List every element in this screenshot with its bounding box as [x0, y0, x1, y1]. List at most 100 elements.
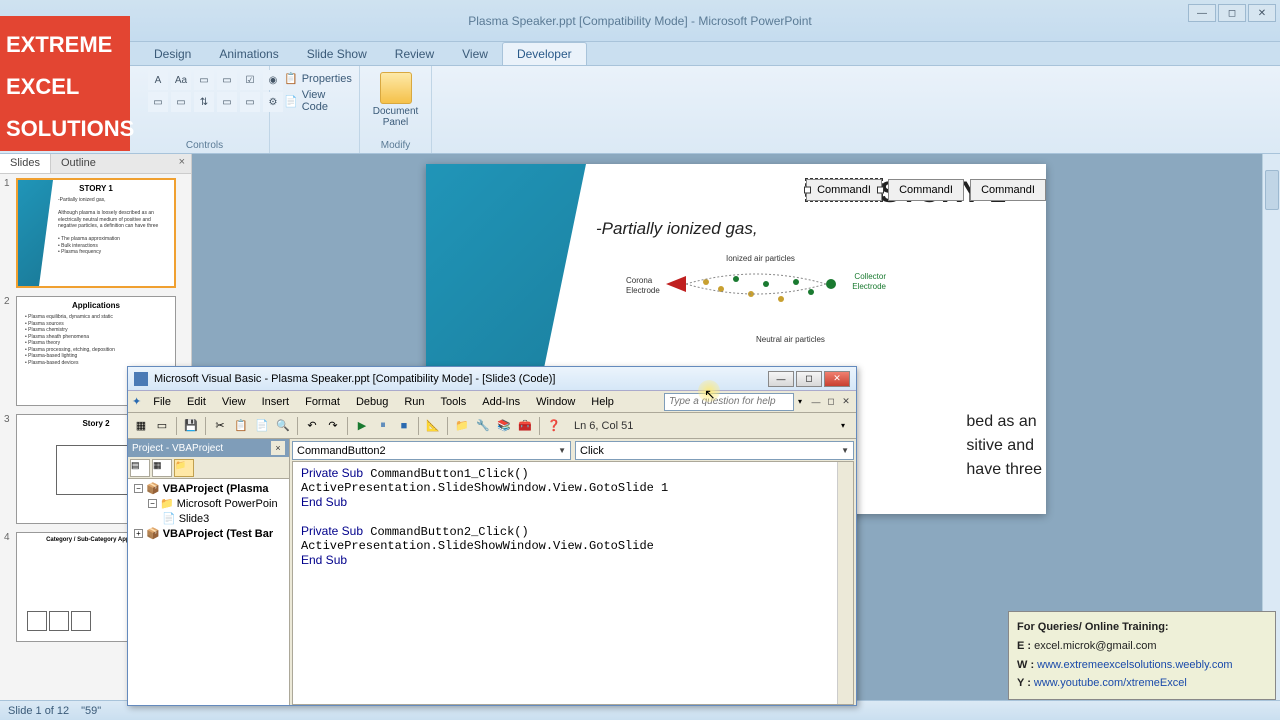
vba-menu-help[interactable]: Help [583, 393, 622, 411]
vba-code-editor[interactable]: Private Sub CommandButton1_Click() Activ… [292, 461, 854, 705]
tab-animations[interactable]: Animations [205, 43, 292, 65]
control-btn-combo[interactable]: ▭ [194, 70, 214, 90]
plasma-diagram: Ionized air particles Corona Electrode C… [626, 254, 886, 344]
command-button-2[interactable]: CommandI [888, 179, 964, 201]
control-btn-spin[interactable]: ⇅ [194, 92, 214, 112]
tab-slideshow[interactable]: Slide Show [293, 43, 381, 65]
vba-menu-debug[interactable]: Debug [348, 393, 396, 411]
vba-menu-tools[interactable]: Tools [433, 393, 475, 411]
properties-icon: 📋 [284, 72, 298, 85]
vba-tb-props-icon[interactable]: 🔧 [474, 417, 492, 435]
thumb-number: 2 [4, 296, 12, 406]
vba-code-scrollbar[interactable] [837, 462, 853, 704]
tab-view[interactable]: View [448, 43, 502, 65]
vba-app-icon [134, 372, 148, 386]
document-panel-icon [380, 72, 412, 104]
slide-thumbnail-1[interactable]: STORY 1 -Partially ionized gas, Although… [16, 178, 176, 288]
vba-tb-undo-icon[interactable]: ↶ [303, 417, 321, 435]
contact-info-box: For Queries/ Online Training: E : excel.… [1008, 611, 1276, 700]
vba-object-dropdown[interactable]: CommandButton2 ▼ [292, 441, 571, 460]
tab-review[interactable]: Review [381, 43, 448, 65]
vba-menu-edit[interactable]: Edit [179, 393, 214, 411]
vba-tb-paste-icon[interactable]: 📄 [253, 417, 271, 435]
command-button-3[interactable]: CommandI [970, 179, 1046, 201]
vba-tb-view-icon[interactable]: ▦ [132, 417, 150, 435]
control-btn-list[interactable]: ▭ [217, 70, 237, 90]
vba-toolbar: ▦ ▭ 💾 ✂ 📋 📄 🔍 ↶ ↷ ▶ ⏸ ■ 📐 📁 🔧 📚 🧰 ❓ Ln 6… [128, 413, 856, 439]
tab-slides[interactable]: Slides [0, 154, 51, 173]
vba-tb-project-icon[interactable]: 📁 [453, 417, 471, 435]
vba-tb-browser-icon[interactable]: 📚 [495, 417, 513, 435]
contact-website-link[interactable]: www.extremeexcelsolutions.weebly.com [1037, 659, 1232, 671]
maximize-button[interactable]: ◻ [1218, 4, 1246, 22]
vba-tb-help-icon[interactable]: ❓ [545, 417, 563, 435]
vba-tb-copy-icon[interactable]: 📋 [232, 417, 250, 435]
vba-maximize-button[interactable]: ◻ [796, 371, 822, 387]
vba-project-title: Project - VBAProject × [128, 439, 289, 457]
vba-tb-design-icon[interactable]: 📐 [424, 417, 442, 435]
vba-toggle-folders-btn[interactable]: 📁 [174, 459, 194, 477]
ribbon: A Aa ▭ ▭ ☑ ◉ ▭ ▭ ⇅ ▭ ▭ ⚙ Controls [0, 66, 1280, 154]
vba-tb-toolbox-icon[interactable]: 🧰 [516, 417, 534, 435]
control-btn-cmd[interactable]: ▭ [171, 92, 191, 112]
code-icon: 📄 [284, 95, 298, 108]
thumb-number: 3 [4, 414, 12, 524]
vba-child-close[interactable]: ✕ [840, 396, 852, 408]
vba-child-minimize[interactable]: — [810, 396, 822, 408]
vba-close-button[interactable]: ✕ [824, 371, 850, 387]
vba-minimize-button[interactable]: — [768, 371, 794, 387]
panel-close-button[interactable]: × [173, 154, 191, 173]
vba-tb-run-icon[interactable]: ▶ [353, 417, 371, 435]
properties-button[interactable]: 📋 Properties [278, 70, 351, 87]
close-button[interactable]: ✕ [1248, 4, 1276, 22]
slide-counter: Slide 1 of 12 [8, 705, 69, 717]
vba-logo-icon: ✦ [132, 395, 141, 408]
ribbon-tabs: Design Animations Slide Show Review View… [0, 42, 1280, 66]
minimize-button[interactable]: — [1188, 4, 1216, 22]
vba-tb-save-icon[interactable]: 💾 [182, 417, 200, 435]
vba-titlebar[interactable]: Microsoft Visual Basic - Plasma Speaker.… [128, 367, 856, 391]
control-btn-image[interactable]: ▭ [240, 92, 260, 112]
control-btn-label[interactable]: Aa [171, 70, 191, 90]
vba-help-search[interactable] [664, 393, 794, 411]
vba-tb-break-icon[interactable]: ⏸ [374, 417, 392, 435]
vba-menu-addins[interactable]: Add-Ins [474, 393, 528, 411]
thumb-number: 1 [4, 178, 12, 288]
vba-menubar: ✦ File Edit View Insert Format Debug Run… [128, 391, 856, 413]
command-button-1[interactable]: CommandI [806, 179, 882, 201]
vba-menu-insert[interactable]: Insert [254, 393, 298, 411]
vba-tb-dropdown-icon[interactable]: ▾ [834, 417, 852, 435]
controls-group-label: Controls [140, 140, 269, 151]
view-code-button[interactable]: 📄 View Code [278, 87, 351, 115]
vba-view-object-btn[interactable]: ▦ [152, 459, 172, 477]
vba-menu-format[interactable]: Format [297, 393, 348, 411]
slide-body-text: bed as an sitive and have three [966, 410, 1042, 482]
vba-procedure-dropdown[interactable]: Click ▼ [575, 441, 854, 460]
brand-overlay: EXTREME EXCEL SOLUTIONS [0, 16, 130, 151]
control-btn-toggle[interactable]: ▭ [148, 92, 168, 112]
control-btn-textbox[interactable]: A [148, 70, 168, 90]
vba-project-close-button[interactable]: × [271, 441, 285, 455]
vba-tb-find-icon[interactable]: 🔍 [274, 417, 292, 435]
vba-editor-window[interactable]: Microsoft Visual Basic - Plasma Speaker.… [127, 366, 857, 706]
vba-tb-reset-icon[interactable]: ■ [395, 417, 413, 435]
document-panel-button[interactable]: Document Panel [368, 70, 423, 130]
vba-menu-view[interactable]: View [214, 393, 254, 411]
brand-line2: EXCEL [6, 66, 124, 108]
brand-line1: EXTREME [6, 24, 124, 66]
vba-project-tree[interactable]: −📦VBAProject (Plasma −📁Microsoft PowerPo… [128, 479, 289, 705]
vba-menu-file[interactable]: File [145, 393, 179, 411]
control-btn-check[interactable]: ☑ [240, 70, 260, 90]
tab-design[interactable]: Design [140, 43, 205, 65]
vba-view-code-btn[interactable]: ▤ [130, 459, 150, 477]
contact-youtube-link[interactable]: www.youtube.com/xtremeExcel [1034, 677, 1187, 689]
tab-outline[interactable]: Outline [51, 154, 106, 173]
vba-child-restore[interactable]: ◻ [825, 396, 837, 408]
control-btn-scroll[interactable]: ▭ [217, 92, 237, 112]
vba-menu-window[interactable]: Window [528, 393, 583, 411]
vba-menu-run[interactable]: Run [396, 393, 432, 411]
vba-tb-insert-icon[interactable]: ▭ [153, 417, 171, 435]
vba-tb-cut-icon[interactable]: ✂ [211, 417, 229, 435]
vba-tb-redo-icon[interactable]: ↷ [324, 417, 342, 435]
tab-developer[interactable]: Developer [502, 42, 587, 65]
